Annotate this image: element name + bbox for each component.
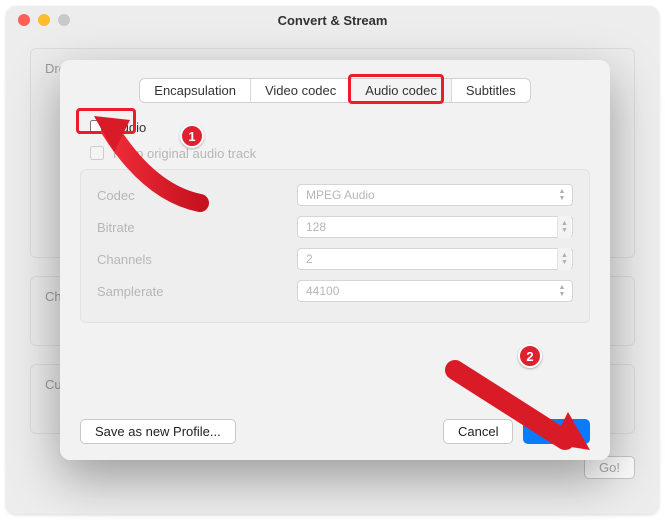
keep-original-row: Keep original audio track xyxy=(86,143,590,163)
window-title: Convert & Stream xyxy=(6,13,659,28)
samplerate-value: 44100 xyxy=(306,284,339,298)
titlebar: Convert & Stream xyxy=(6,6,659,34)
cancel-button[interactable]: Cancel xyxy=(443,419,513,444)
audio-checkbox[interactable] xyxy=(90,120,104,134)
tab-audio-codec[interactable]: Audio codec xyxy=(351,79,452,102)
save-as-new-profile-button[interactable]: Save as new Profile... xyxy=(80,419,236,444)
bitrate-label: Bitrate xyxy=(97,220,297,235)
apply-button[interactable]: Apply xyxy=(523,419,590,444)
bitrate-value: 128 xyxy=(306,220,326,234)
profile-editor-sheet: Encapsulation Video codec Audio codec Su… xyxy=(60,60,610,460)
minimize-icon[interactable] xyxy=(38,14,50,26)
codec-value: MPEG Audio xyxy=(306,188,375,202)
stepper-icon: ▲▼ xyxy=(557,248,571,270)
channels-label: Channels xyxy=(97,252,297,267)
tab-subtitles[interactable]: Subtitles xyxy=(452,79,530,102)
codec-label: Codec xyxy=(97,188,297,203)
stepper-icon: ▲▼ xyxy=(557,216,571,238)
zoom-icon xyxy=(58,14,70,26)
audio-checkbox-row: Audio xyxy=(86,117,590,137)
traffic-lights xyxy=(6,14,70,26)
channels-stepper[interactable]: 2 ▲▼ xyxy=(297,248,573,270)
button-bar: Save as new Profile... Cancel Apply xyxy=(80,419,590,444)
audio-checkbox-label: Audio xyxy=(113,120,146,135)
bitrate-stepper[interactable]: 128 ▲▼ xyxy=(297,216,573,238)
tab-video-codec[interactable]: Video codec xyxy=(251,79,351,102)
codec-select[interactable]: MPEG Audio ▲▼ xyxy=(297,184,573,206)
samplerate-select[interactable]: 44100 ▲▼ xyxy=(297,280,573,302)
keep-original-label: Keep original audio track xyxy=(113,146,256,161)
samplerate-label: Samplerate xyxy=(97,284,297,299)
chevron-up-down-icon: ▲▼ xyxy=(555,280,569,302)
keep-original-checkbox xyxy=(90,146,104,160)
tab-bar: Encapsulation Video codec Audio codec Su… xyxy=(80,78,590,103)
close-icon[interactable] xyxy=(18,14,30,26)
audio-settings-form: Codec MPEG Audio ▲▼ Bitrate 128 ▲▼ Chann… xyxy=(80,169,590,323)
channels-value: 2 xyxy=(306,252,313,266)
tab-encapsulation[interactable]: Encapsulation xyxy=(140,79,251,102)
chevron-up-down-icon: ▲▼ xyxy=(555,184,569,206)
